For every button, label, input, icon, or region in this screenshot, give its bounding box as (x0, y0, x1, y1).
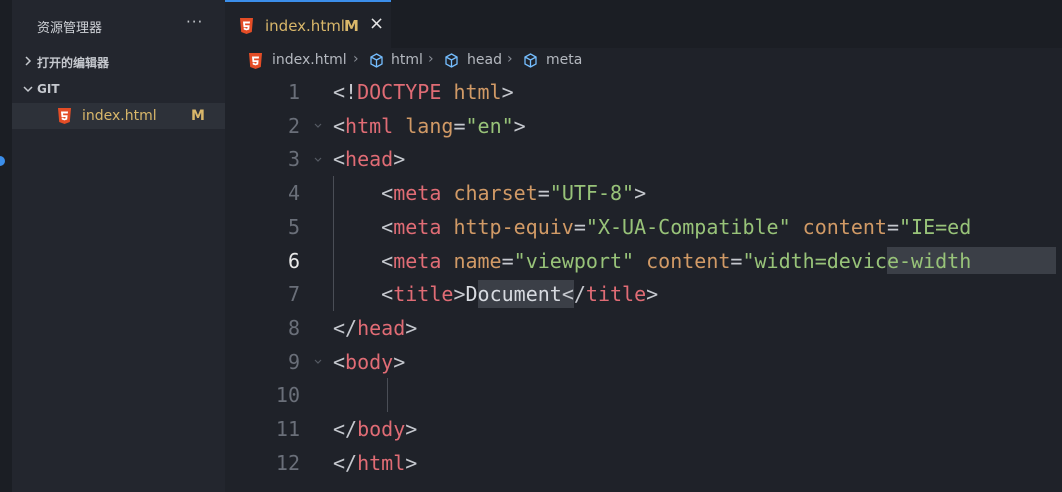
breadcrumb-html[interactable]: html (391, 52, 423, 68)
cube-icon (445, 53, 458, 68)
chevron-right-icon (25, 56, 32, 66)
line-number: 9 (287, 349, 300, 374)
explorer-title: 资源管理器 (37, 21, 103, 36)
chevron-right-icon: › (353, 51, 359, 67)
code-line[interactable]: <meta name="viewport" content="width=dev… (333, 244, 971, 278)
tab-label: index.html (265, 17, 345, 35)
line-number: 1 (287, 80, 300, 104)
line-number: 12 (275, 450, 300, 475)
fold-chevron-icon[interactable] (313, 121, 323, 131)
code-line[interactable]: <meta http-equiv="X-UA-Compatible" conte… (333, 210, 971, 244)
file-item-index-html[interactable]: index.html M (12, 103, 225, 129)
fold-chevron-icon[interactable] (313, 155, 323, 165)
code-line[interactable]: <title>Document</title> (333, 277, 658, 311)
activity-bar (0, 0, 12, 492)
html5-icon (249, 53, 262, 69)
chevron-right-icon: › (428, 51, 434, 67)
more-actions-button[interactable]: ··· (186, 13, 203, 31)
breadcrumb: index.html › html › head › meta (225, 48, 1062, 74)
indent-guide (387, 378, 388, 412)
chevron-right-icon: › (507, 51, 513, 67)
code-line[interactable]: <meta charset="UTF-8"> (333, 176, 646, 210)
open-editors-section[interactable]: 打开的编辑器 (12, 48, 225, 74)
line-number: 11 (275, 417, 300, 441)
line-number: 4 (287, 181, 300, 206)
modified-badge: M (191, 108, 205, 124)
code-line[interactable]: <html lang="en"> (333, 109, 526, 143)
git-folder-section[interactable]: GIT (12, 76, 225, 102)
chevron-down-icon (23, 86, 33, 93)
line-number: 6 (287, 248, 300, 273)
code-line[interactable]: <head> (333, 142, 405, 176)
tab-index-html[interactable]: index.html M × (225, 0, 391, 48)
file-name: index.html (82, 108, 157, 124)
breadcrumb-head[interactable]: head (467, 52, 502, 68)
line-number: 10 (275, 383, 300, 408)
breadcrumb-file[interactable]: index.html (272, 52, 347, 68)
html5-icon (240, 18, 253, 34)
code-line[interactable]: </head> (333, 311, 417, 345)
code-line[interactable]: <body> (333, 345, 405, 379)
fold-chevron-icon[interactable] (313, 357, 323, 367)
open-editors-label: 打开的编辑器 (37, 56, 110, 70)
tab-bar: index.html M × (225, 0, 1062, 48)
line-number: 2 (287, 113, 300, 138)
code-line[interactable]: </html> (333, 446, 417, 480)
tab-modified-badge: M (344, 17, 359, 35)
code-editor[interactable]: 1 <!DOCTYPE html> 2 <html lang="en"> 3 <head>… (225, 74, 1062, 492)
code-line[interactable]: </body> (333, 412, 417, 446)
activity-badge[interactable] (0, 156, 5, 166)
cube-icon (370, 53, 383, 68)
git-folder-label: GIT (37, 82, 60, 96)
explorer-sidebar: 资源管理器 ··· 打开的编辑器 GIT index.html M (12, 0, 225, 492)
explorer-header: 资源管理器 ··· (12, 0, 225, 48)
line-number: 3 (287, 147, 300, 172)
line-number: 8 (287, 315, 300, 340)
line-number: 5 (287, 214, 300, 239)
line-number: 7 (287, 282, 300, 307)
cube-icon (524, 53, 537, 68)
breadcrumb-meta[interactable]: meta (546, 52, 582, 68)
close-tab-button[interactable]: × (369, 13, 384, 34)
code-line[interactable]: <!DOCTYPE html> (333, 75, 514, 109)
html5-icon (58, 108, 71, 124)
